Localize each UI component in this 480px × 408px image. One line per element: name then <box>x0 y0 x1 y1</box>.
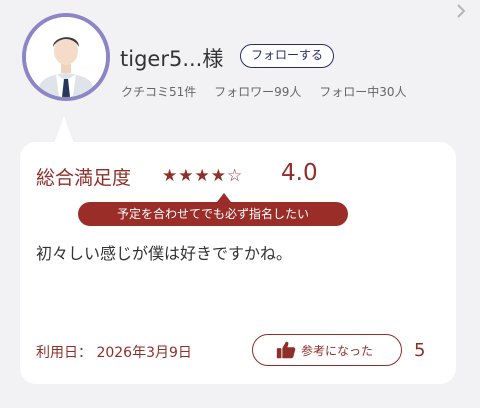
helpful-label: 参考になった <box>301 344 374 358</box>
helpful-count: 5 <box>414 340 426 361</box>
use-date: 利用日： 2026年3月9日 <box>36 342 192 362</box>
filled-stars: ★★★★ <box>162 166 227 186</box>
chevron-right-icon[interactable] <box>454 4 468 18</box>
avatar[interactable] <box>22 13 110 101</box>
card-pointer <box>54 116 74 144</box>
star-rating: ★★★★☆ <box>162 166 243 186</box>
follow-button[interactable]: フォローする <box>240 44 334 68</box>
thumbs-up-icon <box>275 339 297 361</box>
helpful-button[interactable]: 参考になった <box>252 334 402 366</box>
review-text: 初々しい感じが僕は好きですかね。 <box>36 244 293 263</box>
review-count[interactable]: クチコミ51件 <box>121 85 196 99</box>
date-label: 利用日： <box>36 345 92 361</box>
username[interactable]: tiger5...様 <box>120 43 223 73</box>
review-tag: 予定を合わせてでも必ず指名したい <box>78 202 348 226</box>
follower-count[interactable]: フォロワー99人 <box>214 85 301 99</box>
rating-score: 4.0 <box>281 160 318 186</box>
rating-label: 総合満足度 <box>36 167 132 189</box>
tag-pointer <box>217 193 231 202</box>
date-value: 2026年3月9日 <box>96 345 192 361</box>
empty-star: ☆ <box>226 166 244 186</box>
profile-stats: クチコミ51件 フォロワー99人 フォロー中30人 <box>121 83 421 100</box>
following-count[interactable]: フォロー中30人 <box>319 85 406 99</box>
person-avatar-icon <box>26 17 106 97</box>
